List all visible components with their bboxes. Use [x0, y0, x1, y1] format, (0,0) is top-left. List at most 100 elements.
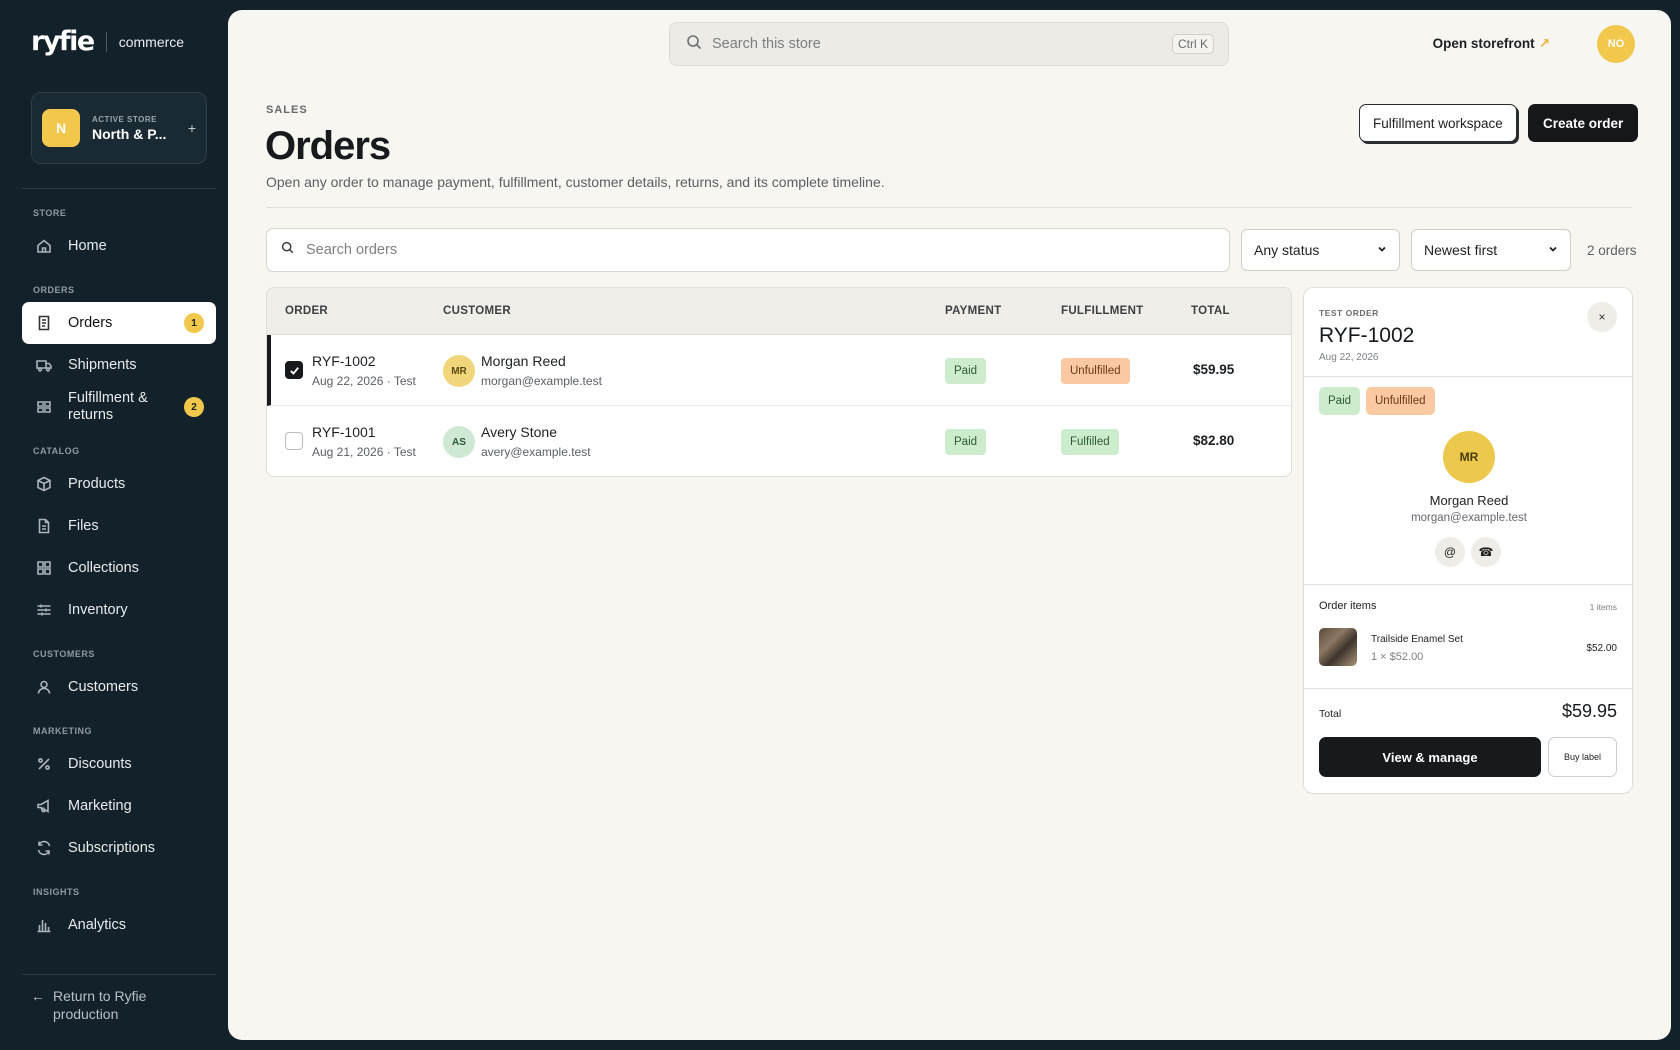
column-header-customer[interactable]: CUSTOMER: [443, 305, 511, 317]
sidebar-item-files[interactable]: Files: [22, 505, 216, 547]
order-items-heading: Order items: [1319, 600, 1377, 612]
detail-divider: [1304, 688, 1632, 689]
table-header: ORDER CUSTOMER PAYMENT FULFILLMENT TOTAL: [267, 288, 1291, 335]
phone-icon[interactable]: ☎: [1471, 537, 1501, 567]
order-meta: Aug 22, 2026 · Test: [312, 374, 416, 388]
store-search-input[interactable]: Search this store: [712, 36, 1172, 52]
nav-group-marketing: MARKETING: [33, 726, 92, 736]
detail-divider: [1304, 584, 1632, 585]
customer-email: morgan@example.test: [481, 374, 602, 388]
buy-label-button[interactable]: Buy label: [1548, 737, 1617, 777]
order-id[interactable]: RYF-1002: [312, 353, 376, 369]
customer-name: Morgan Reed: [1429, 493, 1509, 508]
sidebar-item-label: Files: [68, 517, 99, 534]
store-search[interactable]: Search this store Ctrl K: [669, 22, 1229, 66]
sidebar-item-subscriptions[interactable]: Subscriptions: [22, 827, 216, 869]
row-checkbox[interactable]: [285, 361, 303, 379]
detail-divider: [1304, 376, 1632, 377]
refresh-icon: [36, 840, 52, 856]
sidebar-item-orders[interactable]: Orders 1: [22, 302, 216, 344]
fulfillment-status-badge: Fulfilled: [1061, 429, 1119, 455]
external-link-icon: ↗: [1538, 36, 1550, 51]
sidebar-item-label: Products: [68, 475, 126, 492]
sidebar-item-analytics[interactable]: Analytics: [22, 904, 216, 946]
order-detail-panel: TEST ORDER RYF-1002 Aug 22, 2026 × Paid …: [1303, 287, 1633, 794]
order-items-count: 1 items: [1589, 602, 1617, 612]
sidebar-item-marketing[interactable]: Marketing: [22, 785, 216, 827]
page-eyebrow: SALES: [266, 104, 308, 116]
column-header-payment[interactable]: PAYMENT: [945, 305, 1001, 317]
open-storefront-label: Open storefront: [1432, 36, 1535, 51]
customer-avatar: MR: [1443, 431, 1495, 483]
sidebar-item-products[interactable]: Products: [22, 463, 216, 505]
email-icon[interactable]: @: [1435, 537, 1465, 567]
header-divider: [266, 207, 1632, 208]
fulfillment-status-badge: Unfulfilled: [1366, 387, 1435, 415]
fulfillment-workspace-button[interactable]: Fulfillment workspace: [1359, 104, 1517, 142]
orders-table: ORDER CUSTOMER PAYMENT FULFILLMENT TOTAL…: [266, 287, 1292, 477]
fulfillment-count-badge: 2: [184, 397, 204, 417]
status-filter-value: Any status: [1254, 242, 1320, 258]
sidebar-item-shipments[interactable]: Shipments: [22, 344, 216, 386]
return-to-production-link[interactable]: ← Return to Ryfie production: [31, 987, 163, 1023]
store-avatar: N: [42, 109, 80, 147]
order-meta: Aug 21, 2026 · Test: [312, 445, 416, 459]
status-filter-select[interactable]: Any status: [1241, 229, 1400, 271]
view-manage-button[interactable]: View & manage: [1319, 737, 1541, 777]
sort-select[interactable]: Newest first: [1411, 229, 1571, 271]
item-name: Trailside Enamel Set: [1371, 634, 1463, 645]
brand-divider: [105, 31, 107, 52]
payment-status-badge: Paid: [945, 358, 987, 384]
nav-group-catalog: CATALOG: [33, 446, 80, 456]
chevron-down-icon: [1377, 244, 1387, 257]
column-header-total[interactable]: TOTAL: [1191, 305, 1230, 317]
sliders-icon: [36, 602, 52, 618]
nav-group-insights: INSIGHTS: [33, 887, 80, 897]
sort-value: Newest first: [1424, 242, 1498, 258]
user-avatar[interactable]: NO: [1597, 25, 1635, 63]
open-storefront-link[interactable]: Open storefront ↗: [1433, 36, 1550, 52]
row-checkbox[interactable]: [285, 432, 303, 450]
nav-group-store: STORE: [33, 208, 67, 218]
sidebar-divider: [22, 974, 216, 975]
create-order-button[interactable]: Create order: [1528, 104, 1639, 142]
sidebar-item-label: Home: [68, 237, 107, 254]
sidebar-item-customers[interactable]: Customers: [22, 666, 216, 708]
orders-search-input[interactable]: Search orders: [306, 242, 397, 258]
brand-logo: ryfie: [31, 26, 95, 57]
store-label: ACTIVE STORE: [92, 114, 157, 124]
sidebar-item-inventory[interactable]: Inventory: [22, 589, 216, 631]
sidebar-item-label: Marketing: [68, 797, 132, 814]
orders-search[interactable]: Search orders: [266, 228, 1230, 272]
sidebar-item-label: Shipments: [68, 356, 137, 373]
order-id[interactable]: RYF-1001: [312, 424, 376, 440]
boxes-icon: [36, 399, 52, 415]
home-icon: [36, 238, 52, 254]
brand[interactable]: ryfie commerce: [31, 26, 184, 57]
chevron-down-icon: [1548, 244, 1558, 257]
table-row[interactable]: RYF-1002 Aug 22, 2026 · Test MR Morgan R…: [267, 335, 1291, 406]
customer-avatar: MR: [443, 355, 475, 387]
truck-icon: [36, 357, 52, 373]
column-header-fulfillment[interactable]: FULFILLMENT: [1061, 305, 1144, 317]
keyboard-shortcut: Ctrl K: [1172, 34, 1214, 54]
close-icon[interactable]: ×: [1587, 302, 1617, 332]
product-thumbnail: [1319, 628, 1357, 666]
sidebar-item-collections[interactable]: Collections: [22, 547, 216, 589]
sidebar-item-label: Customers: [68, 678, 139, 695]
table-row[interactable]: RYF-1001 Aug 21, 2026 · Test AS Avery St…: [267, 406, 1291, 476]
sidebar-item-fulfillment[interactable]: Fulfillment & returns 2: [22, 386, 216, 428]
search-icon: [686, 34, 702, 55]
detail-order-date: Aug 22, 2026: [1319, 352, 1379, 363]
store-switcher[interactable]: N ACTIVE STORE North & P... +: [31, 92, 207, 164]
sidebar: ryfie commerce N ACTIVE STORE North & P.…: [0, 0, 228, 1050]
customer-name: Avery Stone: [481, 424, 558, 440]
sidebar-item-home[interactable]: Home: [22, 225, 216, 267]
receipt-icon: [36, 315, 52, 331]
column-header-order[interactable]: ORDER: [285, 305, 328, 317]
add-store-icon[interactable]: +: [188, 120, 196, 136]
sidebar-item-discounts[interactable]: Discounts: [22, 743, 216, 785]
detail-eyebrow: TEST ORDER: [1319, 308, 1379, 318]
total-label: Total: [1319, 708, 1342, 720]
item-quantity: 1 × $52.00: [1371, 651, 1424, 663]
